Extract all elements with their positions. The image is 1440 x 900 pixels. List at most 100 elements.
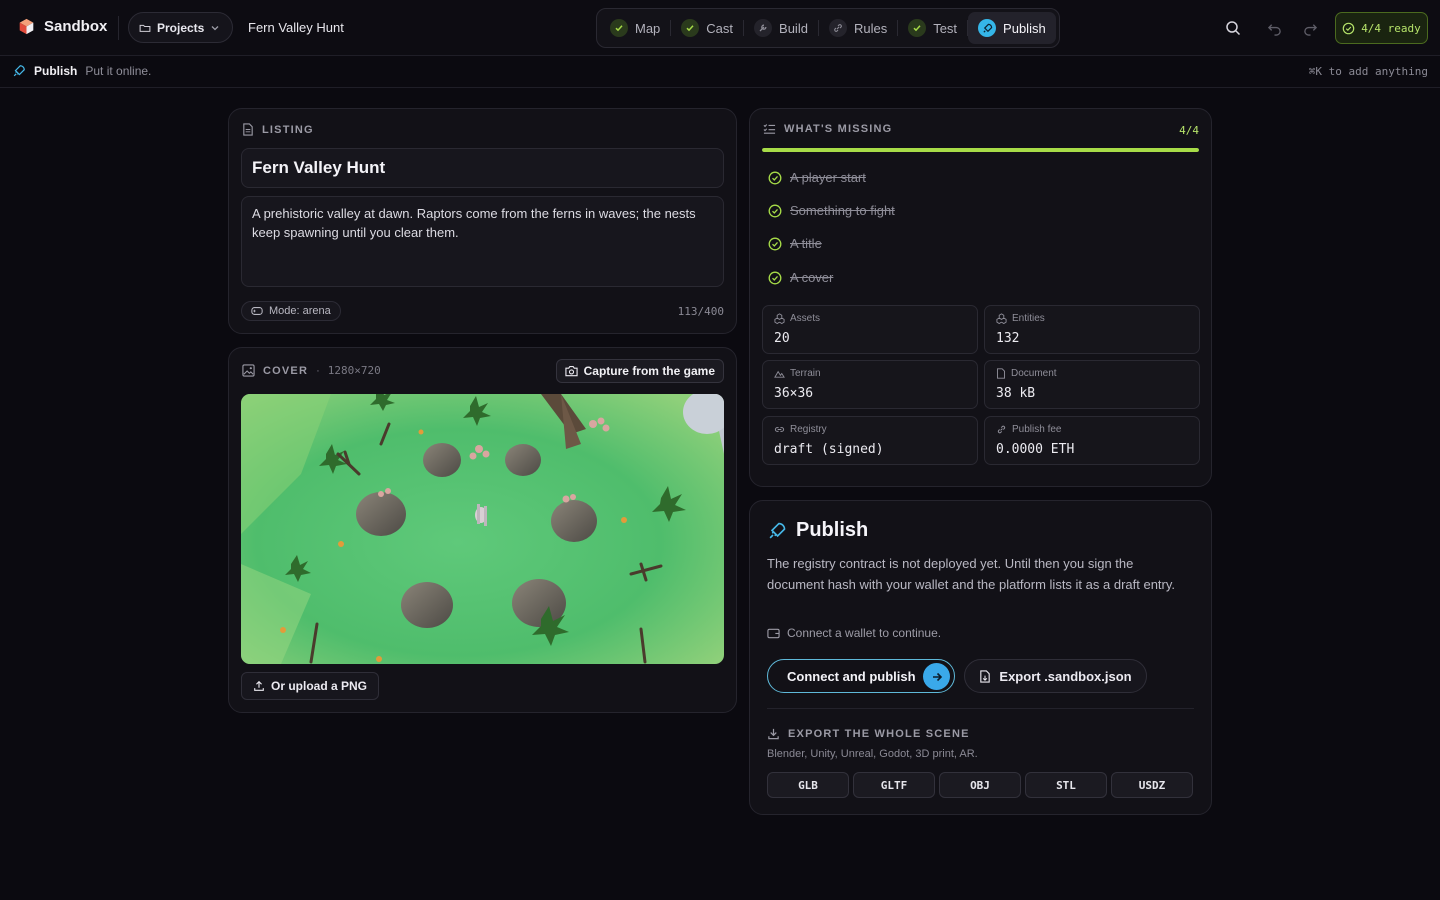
- step-test[interactable]: Test: [898, 12, 967, 44]
- cover-card: COVER · 1280×720 Capture from the game O…: [228, 347, 737, 713]
- step-label: Publish: [1003, 20, 1046, 36]
- export-scene-subtitle: Blender, Unity, Unreal, Godot, 3D print,…: [767, 748, 978, 760]
- undo-icon[interactable]: [1263, 17, 1285, 39]
- checklist-item: Something to fight: [768, 203, 895, 218]
- check-circle-icon: [768, 271, 782, 284]
- step-label: Cast: [706, 20, 734, 36]
- publish-title: Publish: [796, 519, 869, 541]
- terrain-icon: [774, 370, 785, 378]
- description-textarea[interactable]: A prehistoric valley at dawn. Raptors co…: [241, 196, 724, 287]
- stat-label: Terrain: [790, 368, 821, 379]
- step-label: Build: [779, 20, 808, 36]
- check-circle-icon: [768, 204, 782, 217]
- publish-description: The registry contract is not deployed ye…: [767, 556, 1176, 592]
- stat-document: Document 38 kB: [984, 360, 1200, 409]
- brand[interactable]: Sandbox: [18, 18, 107, 35]
- progress-fill: [762, 148, 1199, 152]
- whats-missing-card: WHAT'S MISSING 4/4 A player start Someth…: [749, 108, 1212, 487]
- divider: [118, 16, 119, 40]
- download-icon: [768, 728, 779, 740]
- stat-label: Publish fee: [1012, 424, 1062, 435]
- stat-value: 20: [774, 331, 790, 346]
- arrow-right-icon: [923, 663, 950, 690]
- check-icon: [610, 19, 628, 37]
- ready-status-badge[interactable]: 4/4 ready: [1335, 12, 1428, 44]
- stat-registry: Registry draft (signed): [762, 416, 978, 465]
- listing-heading: LISTING: [242, 123, 314, 136]
- step-label: Test: [933, 20, 958, 36]
- progress-fraction: 4/4: [1179, 124, 1199, 137]
- listing-card: LISTING Fern Valley Hunt A prehistoric v…: [228, 108, 737, 334]
- page-title: Publish: [34, 64, 78, 78]
- format-buttons: GLB GLTF OBJ STL USDZ: [767, 772, 1193, 798]
- checklist-item: A cover: [768, 270, 833, 285]
- wallet-note-text: Connect a wallet to continue.: [787, 626, 942, 640]
- check-circle-icon: [768, 237, 782, 250]
- app-name: Sandbox: [44, 18, 108, 35]
- upload-icon: [254, 680, 264, 691]
- step-build[interactable]: Build: [744, 12, 818, 44]
- upload-png-button[interactable]: Or upload a PNG: [241, 672, 380, 700]
- step-rules[interactable]: Rules: [819, 12, 897, 44]
- top-bar: Sandbox Projects Fern Valley Hunt Map Ca…: [0, 0, 1440, 56]
- connect-and-publish-button[interactable]: Connect and publish: [767, 659, 955, 693]
- step-cast[interactable]: Cast: [671, 12, 743, 44]
- gamepad-icon: [251, 307, 263, 315]
- link-icon: [828, 19, 847, 37]
- stat-terrain: Terrain 36×36: [762, 360, 978, 409]
- step-publish[interactable]: Publish: [968, 12, 1056, 44]
- stat-value: 0.0000 ETH: [996, 442, 1075, 457]
- stat-entities: Entities 132: [984, 305, 1200, 354]
- section-title: COVER: [263, 364, 309, 377]
- rocket-icon: [769, 522, 786, 538]
- stat-label: Entities: [1012, 313, 1045, 324]
- stat-label: Assets: [790, 313, 821, 324]
- wallet-note: Connect a wallet to continue.: [767, 626, 941, 640]
- section-title: EXPORT THE WHOLE SCENE: [788, 727, 970, 740]
- wallet-icon: [767, 628, 780, 639]
- stat-value: 132: [996, 331, 1020, 346]
- command-hint: ⌘K to add anything: [1308, 65, 1428, 78]
- stat-label: Document: [1011, 368, 1057, 379]
- export-json-button[interactable]: Export .sandbox.json: [964, 659, 1147, 693]
- mode-chip[interactable]: Mode: arena: [241, 301, 341, 321]
- format-gltf-button[interactable]: GLTF: [853, 772, 935, 798]
- divider: [767, 708, 1194, 709]
- stat-value: draft (signed): [774, 442, 884, 457]
- projects-button[interactable]: Projects: [128, 12, 234, 43]
- link-icon: [774, 427, 785, 432]
- checklist-item: A player start: [768, 170, 866, 185]
- checklist-label: A title: [790, 236, 822, 251]
- capture-button[interactable]: Capture from the game: [555, 359, 724, 383]
- stat-assets: Assets 20: [762, 305, 978, 354]
- dot-separator: ·: [316, 364, 320, 377]
- check-icon: [681, 19, 700, 37]
- format-glb-button[interactable]: GLB: [767, 772, 849, 798]
- rocket-icon: [13, 65, 25, 77]
- publish-heading: Publish: [767, 519, 868, 542]
- redo-icon[interactable]: [1299, 17, 1321, 39]
- assets-icon: [774, 313, 785, 324]
- document-icon: [996, 368, 1006, 379]
- cover-size: 1280×720: [327, 364, 381, 377]
- wrench-icon: [754, 19, 773, 37]
- format-stl-button[interactable]: STL: [1025, 772, 1107, 798]
- title-input[interactable]: Fern Valley Hunt: [241, 148, 724, 188]
- checklist-label: A cover: [790, 270, 834, 285]
- step-map[interactable]: Map: [600, 12, 670, 44]
- image-icon: [242, 364, 255, 377]
- check-circle-icon: [768, 171, 782, 184]
- check-circle-icon: [1342, 22, 1355, 34]
- camera-icon: [565, 365, 578, 377]
- cover-preview-image[interactable]: [241, 394, 724, 664]
- format-usdz-button[interactable]: USDZ: [1111, 772, 1193, 798]
- format-obj-button[interactable]: OBJ: [939, 772, 1021, 798]
- document-icon: [243, 123, 253, 136]
- section-title: LISTING: [262, 123, 314, 136]
- step-label: Rules: [853, 20, 888, 36]
- search-icon[interactable]: [1222, 17, 1244, 39]
- checklist-label: Something to fight: [790, 203, 895, 218]
- ready-label: 4/4 ready: [1361, 21, 1421, 35]
- link-icon: [997, 425, 1006, 434]
- file-export-icon: [980, 669, 991, 683]
